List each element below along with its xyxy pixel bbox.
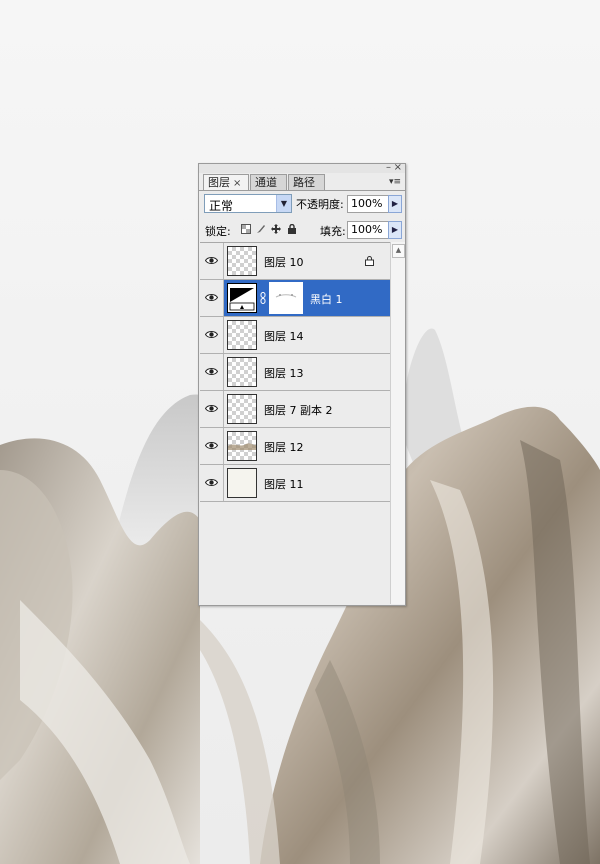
opacity-input[interactable]: 100% xyxy=(347,195,389,213)
layers-list: 图层 10 黑白 1 图层 14 图层 13 图层 7 副本 2 图层 12 图… xyxy=(200,242,390,605)
layer-name: 图层 14 xyxy=(264,330,304,343)
layers-panel: – × 图层× 通道 路径 ▾≡ 正常 ▼ 不透明度: 100% ▶ 锁定: xyxy=(198,162,406,606)
panel-titlebar[interactable]: – × xyxy=(199,162,405,174)
opacity-label: 不透明度: xyxy=(296,198,344,211)
tab-divider xyxy=(199,190,405,191)
layer-name: 图层 11 xyxy=(264,478,304,491)
eye-icon xyxy=(205,368,218,375)
chevron-down-icon[interactable]: ▼ xyxy=(276,195,291,212)
layers-scrollbar[interactable]: ▲ xyxy=(390,242,405,604)
layer-name: 黑白 1 xyxy=(310,293,343,306)
lock-all-icon[interactable] xyxy=(287,223,297,234)
adjustment-bw-icon xyxy=(227,283,257,313)
lock-label: 锁定: xyxy=(205,225,231,238)
minimize-button[interactable]: – xyxy=(386,162,391,174)
tab-layers[interactable]: 图层 × xyxy=(203,174,249,191)
layer-name: 图层 13 xyxy=(264,367,304,380)
lock-paint-brush-icon[interactable] xyxy=(256,224,266,234)
layer-name: 图层 7 副本 2 xyxy=(264,404,333,417)
layer-mask-thumbnail[interactable] xyxy=(269,282,303,314)
visibility-toggle[interactable] xyxy=(200,391,224,427)
visibility-toggle[interactable] xyxy=(200,243,224,279)
fill-slider-button[interactable]: ▶ xyxy=(388,221,402,239)
blend-mode-value: 正常 xyxy=(209,199,234,213)
opacity-slider-button[interactable]: ▶ xyxy=(388,195,402,213)
eye-icon xyxy=(205,442,218,449)
close-panel-button[interactable]: × xyxy=(394,162,402,174)
layer-name: 图层 10 xyxy=(264,256,304,269)
layer-name: 图层 12 xyxy=(264,441,304,454)
layer-thumbnail xyxy=(227,468,257,498)
layer-thumbnail xyxy=(227,357,257,387)
lock-move-icon[interactable] xyxy=(271,224,281,234)
blend-mode-select[interactable]: 正常 ▼ xyxy=(204,194,292,213)
eye-icon xyxy=(205,479,218,486)
layer-thumbnail xyxy=(227,246,257,276)
tab-paths-label: 路径 xyxy=(293,176,315,189)
lock-fill-row: 锁定: 填充: 100% ▶ xyxy=(199,218,405,242)
tab-layers-label: 图层 xyxy=(208,176,230,189)
visibility-toggle[interactable] xyxy=(200,428,224,464)
visibility-toggle[interactable] xyxy=(200,465,224,501)
visibility-toggle[interactable] xyxy=(200,354,224,390)
layer-thumbnail xyxy=(227,431,257,461)
tab-close-icon[interactable]: × xyxy=(233,178,241,189)
layer-row[interactable]: 图层 7 副本 2 xyxy=(200,391,390,428)
tab-channels-label: 通道 xyxy=(255,176,277,189)
visibility-toggle[interactable] xyxy=(200,280,224,316)
visibility-toggle[interactable] xyxy=(200,317,224,353)
layer-thumbnail xyxy=(227,320,257,350)
lock-icon xyxy=(365,256,374,266)
layer-row[interactable]: 图层 13 xyxy=(200,354,390,391)
link-chain-icon[interactable] xyxy=(260,292,266,304)
eye-icon xyxy=(205,294,218,301)
lock-transparency-icon[interactable] xyxy=(241,224,251,234)
scroll-up-icon[interactable]: ▲ xyxy=(392,244,405,258)
layer-row[interactable]: 黑白 1 xyxy=(200,280,390,317)
layer-row[interactable]: 图层 11 xyxy=(200,465,390,502)
layer-row[interactable]: 图层 10 xyxy=(200,243,390,280)
tab-channels[interactable]: 通道 xyxy=(250,174,287,190)
blend-opacity-row: 正常 ▼ 不透明度: 100% ▶ xyxy=(199,192,405,217)
eye-icon xyxy=(205,331,218,338)
layer-row[interactable]: 图层 12 xyxy=(200,428,390,465)
eye-icon xyxy=(205,257,218,264)
panel-menu-icon[interactable]: ▾≡ xyxy=(389,177,401,187)
fill-input[interactable]: 100% xyxy=(347,221,389,239)
layer-row[interactable]: 图层 14 xyxy=(200,317,390,354)
layer-thumbnail xyxy=(227,394,257,424)
fill-label: 填充: xyxy=(320,225,346,238)
eye-icon xyxy=(205,405,218,412)
tab-paths[interactable]: 路径 xyxy=(288,174,325,190)
